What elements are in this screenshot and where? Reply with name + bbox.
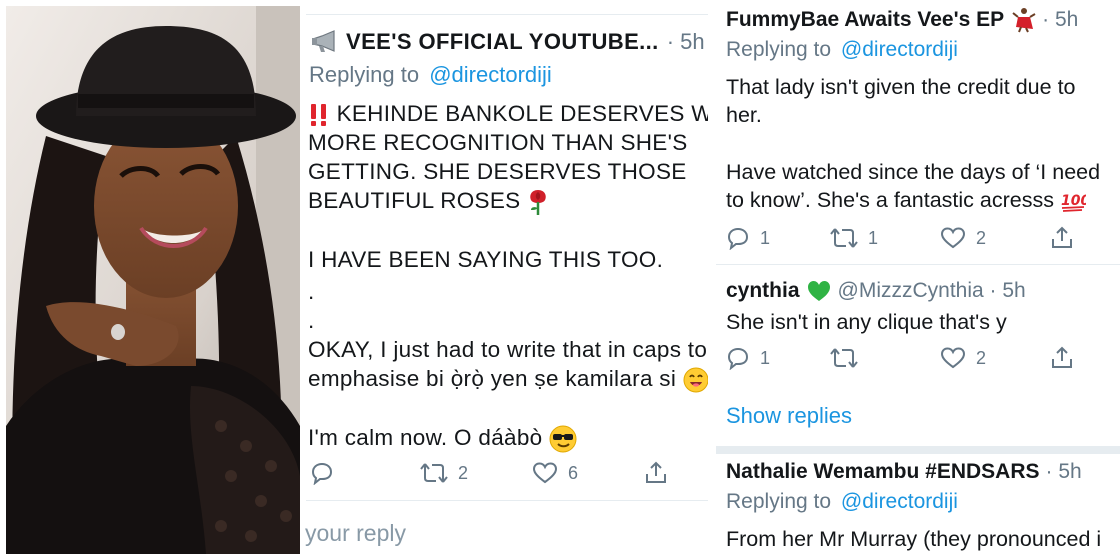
reply1-line: to know’. She's a fantastic acresss 100 xyxy=(726,186,1086,215)
like-icon[interactable] xyxy=(940,346,966,370)
tweet-text-dot-1: . xyxy=(308,279,315,304)
show-replies-link[interactable]: Show replies xyxy=(726,403,852,429)
portrait-illustration xyxy=(6,6,300,554)
tweet-text-line-4: BEAUTIFUL ROSES xyxy=(308,188,521,213)
reply2-header[interactable]: cynthia @MizzzCynthia · 5h xyxy=(726,279,1026,303)
reply-count: 1 xyxy=(760,227,771,248)
reply3-replying-to: Replying to @directordiji xyxy=(726,490,958,514)
tweet-text-line-3: GETTING. SHE DESERVES THOSE xyxy=(308,159,687,184)
tweet-text-dot-2: . xyxy=(308,308,315,333)
like-icon[interactable] xyxy=(940,226,966,250)
replying-to-handle[interactable]: @directordiji xyxy=(841,38,958,61)
replying-to-handle[interactable]: @directordiji xyxy=(841,490,958,513)
retweet-count: 1 xyxy=(868,227,879,248)
like-count: 2 xyxy=(976,227,987,248)
share-icon[interactable] xyxy=(644,461,668,485)
retweet-count: 2 xyxy=(458,462,469,483)
tweet-line: KEHINDE BANKOLE DESERVES WAY xyxy=(308,99,741,129)
retweet-action[interactable] xyxy=(830,346,940,370)
like-action[interactable]: 2 xyxy=(940,226,1050,250)
tweet-text-line-7: emphasise bi ọ̀rọ̀ yen ṣe kamilara si xyxy=(308,366,677,391)
replying-to: Replying to @directordiji xyxy=(309,62,552,88)
megaphone-icon xyxy=(312,30,335,52)
replying-to-label: Replying to xyxy=(309,62,420,87)
reply3-header[interactable]: Nathalie Wemambu #ENDSARS · 5h xyxy=(726,460,1082,484)
author-name[interactable]: VEE'S OFFICIAL YOUTUBE... xyxy=(346,29,659,55)
reply1-text-line-1: That lady isn't given the credit due to xyxy=(726,75,1076,99)
share-icon[interactable] xyxy=(1050,226,1074,250)
reply1-header[interactable]: FummyBae Awaits Vee's EP · 5h xyxy=(726,7,1078,33)
replying-to-label: Replying to xyxy=(726,38,832,61)
reply-action[interactable]: 1 xyxy=(726,226,830,250)
reply3-text-line-1: From her Mr Murray (they pronounced i xyxy=(726,527,1102,551)
tweet-text-line-8: I'm calm now. O dáàbò xyxy=(308,425,543,450)
retweet-icon[interactable] xyxy=(420,461,448,485)
reply2-actions: 1 2 xyxy=(726,346,1106,370)
reply-action[interactable]: 1 xyxy=(726,346,830,370)
reply-icon[interactable] xyxy=(726,346,750,370)
reply1-text-line-4: to know’. She's a fantastic acresss xyxy=(726,188,1054,212)
share-action[interactable] xyxy=(644,461,668,485)
replying-to-label: Replying to xyxy=(726,490,832,513)
reply-action[interactable] xyxy=(310,461,420,485)
dancer-icon xyxy=(1012,8,1036,33)
reply1-actions: 1 1 2 xyxy=(726,226,1106,250)
photo-kehinde-bankole xyxy=(6,6,300,554)
reply1-text-line-2: her. xyxy=(726,103,762,127)
retweet-action[interactable]: 2 xyxy=(420,461,532,485)
tweet-text-line-5: I HAVE BEEN SAYING THIS TOO. xyxy=(308,247,664,272)
tweet-time[interactable]: · 5h xyxy=(667,29,705,55)
divider xyxy=(306,500,710,501)
replying-to-handle[interactable]: @directordiji xyxy=(429,62,552,87)
tweet-line: emphasise bi ọ̀rọ̀ yen ṣe kamilara si xyxy=(308,364,709,394)
share-action[interactable] xyxy=(1050,346,1074,370)
divider xyxy=(306,14,710,15)
like-icon[interactable] xyxy=(532,461,558,485)
tweet-text-line-6: OKAY, I just had to write that in caps t… xyxy=(308,337,708,362)
reply2-handle-time[interactable]: @MizzzCynthia · 5h xyxy=(838,279,1026,303)
rose-icon xyxy=(530,190,546,216)
tweet-main-header[interactable]: VEE'S OFFICIAL YOUTUBE... · 5h xyxy=(310,29,705,55)
section-divider xyxy=(716,446,1120,454)
divider xyxy=(716,264,1120,265)
tweet-main-actions: 2 6 xyxy=(310,461,710,485)
reply1-text-line-3: Have watched since the days of ‘I need xyxy=(726,160,1101,184)
like-action[interactable]: 2 xyxy=(940,346,1050,370)
like-count: 6 xyxy=(568,462,579,483)
share-icon[interactable] xyxy=(1050,346,1074,370)
reply1-replying-to: Replying to @directordiji xyxy=(726,38,958,62)
tweet-text-line-1: KEHINDE BANKOLE DESERVES WAY xyxy=(336,101,741,126)
tweet-line: BEAUTIFUL ROSES xyxy=(308,186,549,216)
reply-icon[interactable] xyxy=(310,461,334,485)
reply2-author[interactable]: cynthia xyxy=(726,279,800,303)
reply-icon[interactable] xyxy=(726,226,750,250)
reply-count: 1 xyxy=(760,347,771,368)
sunglasses-face-icon xyxy=(549,425,577,453)
panel-gap xyxy=(708,0,714,560)
green-heart-icon xyxy=(807,281,830,301)
reply3-time[interactable]: · 5h xyxy=(1046,460,1082,484)
tweet-line: I'm calm now. O dáàbò xyxy=(308,423,577,453)
reply3-author[interactable]: Nathalie Wemambu #ENDSARS xyxy=(726,460,1040,484)
reply2-text-line-1: She isn't in any clique that's y xyxy=(726,310,1007,334)
reply1-author[interactable]: FummyBae Awaits Vee's EP xyxy=(726,8,1004,32)
double-exclamation-icon xyxy=(311,104,326,127)
like-action[interactable]: 6 xyxy=(532,461,644,485)
retweet-icon[interactable] xyxy=(830,346,858,370)
reply-input[interactable]: your reply xyxy=(305,520,406,547)
hundred-points-icon: 100 xyxy=(1061,193,1086,213)
retweet-icon[interactable] xyxy=(830,226,858,250)
share-action[interactable] xyxy=(1050,226,1074,250)
smiling-face-icon xyxy=(683,367,709,393)
like-count: 2 xyxy=(976,347,987,368)
tweet-text-line-2: MORE RECOGNITION THAN SHE'S xyxy=(308,130,688,155)
reply1-time[interactable]: · 5h xyxy=(1042,8,1078,32)
retweet-action[interactable]: 1 xyxy=(830,226,940,250)
